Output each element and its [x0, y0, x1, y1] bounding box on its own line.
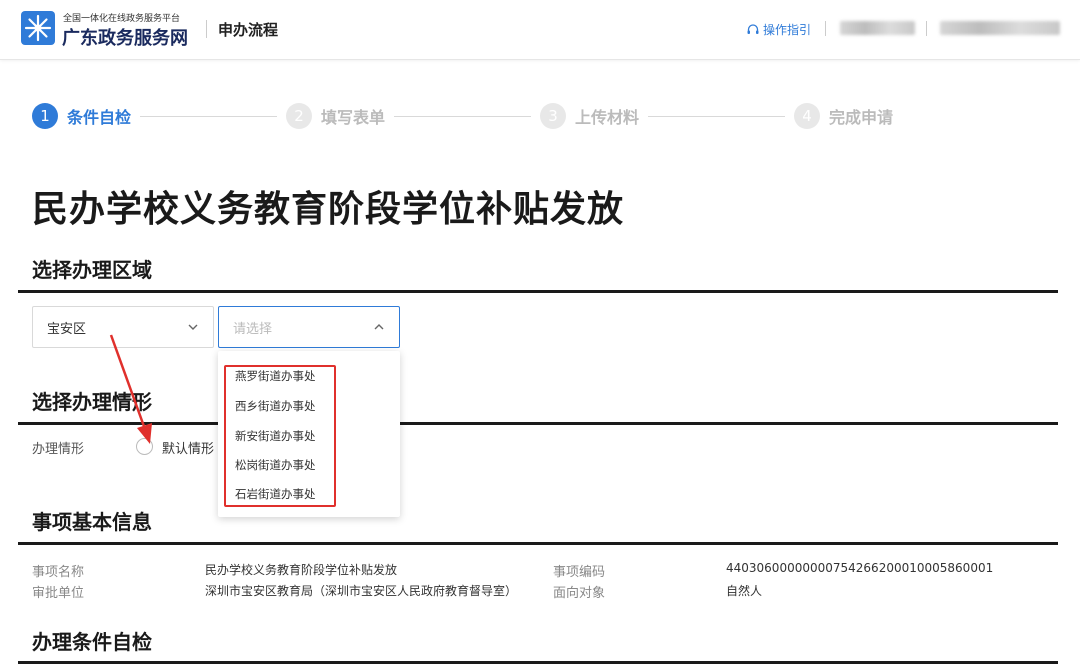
- section-divider: [18, 290, 1058, 293]
- district-select[interactable]: 宝安区: [32, 306, 214, 348]
- step-connector: [394, 116, 531, 117]
- step-label: 上传材料: [575, 108, 640, 127]
- guide-label: 操作指引: [763, 23, 812, 37]
- step-4: 4 完成申请: [794, 103, 893, 129]
- item-code-label: 事项编码: [553, 565, 606, 580]
- situation-field-label: 办理情形: [32, 442, 85, 457]
- situation-section-title: 选择办理情形: [32, 390, 152, 414]
- arrow-shaft: [109, 334, 148, 433]
- step-3: 3 上传材料: [540, 103, 639, 129]
- header-section-title: 申办流程: [218, 21, 279, 39]
- street-option[interactable]: 松岗街道办事处: [235, 457, 316, 473]
- section-divider: [18, 422, 1058, 425]
- logo-icon: [21, 11, 55, 45]
- approval-unit-label: 审批单位: [32, 586, 85, 601]
- guide-link[interactable]: 操作指引: [746, 21, 811, 38]
- basic-info-section-title: 事项基本信息: [32, 510, 152, 534]
- step-number: 1: [32, 103, 58, 129]
- target-label: 面向对象: [553, 586, 606, 601]
- logo-subtitle: 全国一体化在线政务服务平台: [63, 14, 181, 24]
- street-dropdown: 燕罗街道办事处 西乡街道办事处 新安街道办事处 松岗街道办事处 石岩街道办事处: [218, 351, 400, 517]
- street-select[interactable]: 请选择: [218, 306, 400, 348]
- self-check-section-title: 办理条件自检: [32, 630, 152, 654]
- logo-title[interactable]: 广东政务服务网: [62, 24, 188, 50]
- region-section-title: 选择办理区域: [32, 258, 152, 282]
- step-label: 条件自检: [67, 108, 132, 127]
- page-title: 民办学校义务教育阶段学位补贴发放: [32, 189, 625, 230]
- user-name-blurred[interactable]: [840, 21, 915, 35]
- section-divider: [18, 542, 1058, 545]
- street-option[interactable]: 新安街道办事处: [235, 428, 316, 444]
- step-number: 4: [794, 103, 820, 129]
- default-situation-label[interactable]: 默认情形: [162, 438, 214, 457]
- user-account-blurred[interactable]: [940, 21, 1060, 35]
- step-connector: [140, 116, 277, 117]
- street-placeholder: 请选择: [233, 321, 273, 337]
- default-situation-radio[interactable]: [136, 438, 153, 455]
- step-label: 填写表单: [321, 108, 386, 127]
- approval-unit-value: 深圳市宝安区教育局（深圳市宝安区人民政府教育督导室）: [205, 584, 518, 598]
- step-number: 2: [286, 103, 312, 129]
- chevron-up-icon: [374, 324, 384, 330]
- step-connector: [648, 116, 785, 117]
- item-name-label: 事项名称: [32, 565, 85, 580]
- street-option[interactable]: 石岩街道办事处: [235, 486, 316, 502]
- section-divider: [18, 661, 1058, 664]
- step-number: 3: [540, 103, 566, 129]
- header-separator: [926, 21, 927, 36]
- item-name-value: 民办学校义务教育阶段学位补贴发放: [205, 563, 398, 577]
- district-value: 宝安区: [47, 321, 87, 337]
- step-label: 完成申请: [829, 108, 894, 127]
- step-2: 2 填写表单: [286, 103, 385, 129]
- top-header: 全国一体化在线政务服务平台 广东政务服务网 申办流程 操作指引: [0, 0, 1080, 60]
- street-option[interactable]: 燕罗街道办事处: [235, 368, 316, 384]
- target-value: 自然人: [726, 584, 763, 598]
- headset-icon: [747, 23, 759, 34]
- header-separator: [825, 21, 826, 36]
- street-option[interactable]: 西乡街道办事处: [235, 398, 316, 414]
- chevron-down-icon: [188, 324, 198, 330]
- item-code-value: 44030600000000754266200010005860001: [726, 561, 994, 575]
- step-1: 1 条件自检: [32, 103, 131, 129]
- header-divider: [206, 20, 207, 38]
